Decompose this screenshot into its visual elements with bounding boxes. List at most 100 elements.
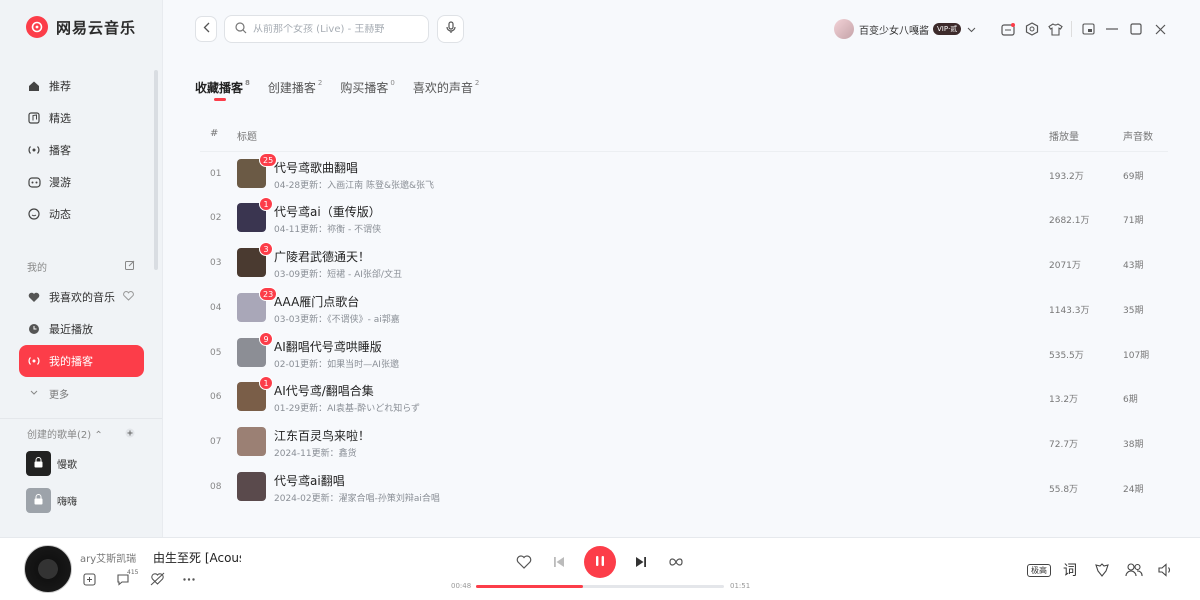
playlist-name: 慢歌	[57, 460, 77, 471]
created-playlists-title[interactable]: 创建的歌单(2) ⌃	[27, 426, 103, 441]
podcast-cover[interactable]: 1	[237, 376, 273, 411]
close-icon[interactable]	[1152, 21, 1168, 37]
podcast-title[interactable]: AI代号鸢/翻唱合集	[274, 382, 374, 399]
mine-nav: 我喜欢的音乐 最近播放 我的播客 更多	[19, 281, 144, 409]
playlist-item[interactable]: 嗨嗨	[26, 488, 77, 513]
sidebar-more-toggle[interactable]: 更多	[19, 377, 144, 409]
listen-together-icon[interactable]	[1125, 561, 1143, 579]
maximize-icon[interactable]	[1128, 21, 1144, 37]
search-box[interactable]	[224, 15, 429, 43]
avatar[interactable]	[834, 19, 854, 39]
back-button[interactable]	[195, 16, 217, 42]
lyrics-button[interactable]: 词	[1061, 561, 1079, 579]
play-mode-button[interactable]	[666, 553, 686, 573]
settings-icon[interactable]	[1024, 21, 1040, 37]
playlist-item[interactable]: 慢歌	[26, 451, 77, 476]
add-to-playlist-icon[interactable]	[81, 571, 97, 587]
table-row[interactable]: 01 25 代号鸢歌曲翻唱 04-28更新：入画江南 陈登&张邈&张飞 193.…	[200, 153, 1168, 195]
podcast-cover[interactable]: 1	[237, 197, 273, 232]
row-index: 06	[210, 392, 222, 402]
sidebar-item-recommend[interactable]: 推荐	[19, 70, 144, 102]
podcast-cover[interactable]	[237, 427, 266, 456]
like-button[interactable]	[514, 553, 534, 573]
sidebar-divider	[0, 418, 162, 419]
next-button[interactable]	[631, 553, 651, 573]
table-row[interactable]: 06 1 AI代号鸢/翻唱合集 01-29更新：AI袁基-酔いどれ知らず 13.…	[200, 376, 1168, 418]
podcast-title[interactable]: 代号鸢ai翻唱	[274, 472, 345, 489]
sound-effect-icon[interactable]	[1093, 561, 1111, 579]
podcast-update-info: 2024-11更新：鑫货	[274, 449, 357, 459]
album-disc[interactable]	[24, 545, 72, 593]
pause-button[interactable]	[584, 546, 616, 578]
dislike-icon[interactable]	[149, 571, 165, 587]
search-input[interactable]	[253, 23, 423, 35]
chevron-down-icon[interactable]	[967, 22, 976, 36]
sidebar-scrollbar[interactable]	[154, 70, 158, 270]
vip-badge[interactable]: VIP·贰	[933, 23, 962, 35]
mail-icon[interactable]	[1000, 21, 1016, 37]
table-row[interactable]: 04 23 AAA雁门点歌台 03-03更新：《不谓侠》- ai郭嘉 1143.…	[200, 287, 1168, 329]
table-row[interactable]: 02 1 代号鸢ai（重传版） 04-11更新：祢衡 - 不谓侠 2682.1万…	[200, 197, 1168, 239]
player-song-title[interactable]: 由生至死 [Acoustic]	[153, 549, 241, 566]
podcast-title[interactable]: 江东百灵鸟来啦！	[274, 427, 370, 444]
sidebar-item-my-podcast[interactable]: 我的播客	[19, 345, 144, 377]
tab-liked-sounds[interactable]: 喜欢的声音 2	[413, 79, 479, 96]
volume-icon[interactable]	[1156, 561, 1174, 579]
chat-icon	[27, 207, 41, 221]
podcast-cover[interactable]: 23	[237, 287, 278, 322]
voice-search-button[interactable]	[437, 15, 464, 43]
podcast-update-info: 2024-02更新：濯家合唱-孙策刘辩ai合唱	[274, 494, 440, 504]
player-artist[interactable]: ary艾斯凯瑞	[80, 550, 136, 565]
more-options-icon[interactable]	[181, 571, 197, 587]
table-row[interactable]: 07 江东百灵鸟来啦！ 2024-11更新：鑫货 72.7万 38期	[200, 421, 1168, 463]
episode-count: 69期	[1123, 172, 1144, 182]
sidebar-item-liked-music[interactable]: 我喜欢的音乐	[19, 281, 144, 313]
sidebar-item-feed[interactable]: 动态	[19, 198, 144, 230]
more-label: 更多	[49, 389, 69, 401]
user-name[interactable]: 百变少女八嘎酱	[859, 22, 929, 37]
column-episodes[interactable]: 声音数	[1123, 128, 1153, 143]
edit-icon[interactable]	[125, 259, 135, 270]
tab-purchased-podcasts[interactable]: 购买播客 0	[340, 79, 394, 96]
podcast-cover[interactable]: 9	[237, 332, 273, 367]
table-row[interactable]: 05 9 AI翻唱代号鸢哄睡版 02-01更新：如果当时—AI张邈 535.5万…	[200, 332, 1168, 374]
table-row[interactable]: 03 3 广陵君武德通天！ 03-09更新：短裙 - AI张郃/文丑 2071万…	[200, 242, 1168, 284]
add-playlist-icon[interactable]	[125, 427, 135, 438]
skin-icon[interactable]	[1047, 21, 1063, 37]
podcast-title[interactable]: 广陵君武德通天！	[274, 248, 370, 265]
tab-created-podcasts[interactable]: 创建播客 2	[268, 79, 322, 96]
podcast-title[interactable]: AI翻唱代号鸢哄睡版	[274, 338, 382, 355]
progress-bar[interactable]	[476, 585, 724, 588]
podcast-title[interactable]: 代号鸢ai（重传版）	[274, 203, 381, 220]
play-count: 13.2万	[1049, 395, 1079, 405]
sidebar-item-label: 我喜欢的音乐	[49, 291, 115, 304]
table-row[interactable]: 08 代号鸢ai翻唱 2024-02更新：濯家合唱-孙策刘辩ai合唱 55.8万…	[200, 466, 1168, 508]
episode-count: 35期	[1123, 306, 1144, 316]
heart-icon	[27, 290, 41, 304]
podcast-cover[interactable]: 3	[237, 242, 273, 277]
sidebar-item-label: 播客	[49, 144, 71, 157]
podcast-title[interactable]: AAA雁门点歌台	[274, 293, 359, 310]
quality-button[interactable]: 极高	[1027, 564, 1051, 577]
podcast-title[interactable]: 代号鸢歌曲翻唱	[274, 159, 358, 176]
minimize-icon[interactable]	[1104, 21, 1120, 37]
user-profile[interactable]: 百变少女八嘎酱 VIP·贰	[834, 19, 976, 39]
app-logo[interactable]: 网易云音乐	[26, 16, 136, 38]
sidebar-item-featured[interactable]: 精选	[19, 102, 144, 134]
tab-collected-podcasts[interactable]: 收藏播客 8	[195, 79, 250, 101]
column-title: 标题	[237, 132, 257, 143]
heartbeat-mode-icon[interactable]	[123, 290, 134, 304]
roam-icon	[27, 175, 41, 189]
sidebar-item-podcast[interactable]: 播客	[19, 134, 144, 166]
netease-logo-icon	[26, 16, 48, 38]
previous-button[interactable]	[549, 553, 569, 573]
podcast-cover[interactable]	[237, 472, 266, 501]
sidebar-item-recent[interactable]: 最近播放	[19, 313, 144, 345]
tab-label: 收藏播客	[195, 81, 244, 95]
sidebar-item-label: 最近播放	[49, 323, 93, 336]
sidebar-item-roam[interactable]: 漫游	[19, 166, 144, 198]
column-plays[interactable]: 播放量	[1049, 128, 1079, 143]
mini-mode-icon[interactable]	[1080, 21, 1096, 37]
row-index: 07	[210, 437, 222, 447]
podcast-cover[interactable]: 25	[237, 153, 278, 188]
